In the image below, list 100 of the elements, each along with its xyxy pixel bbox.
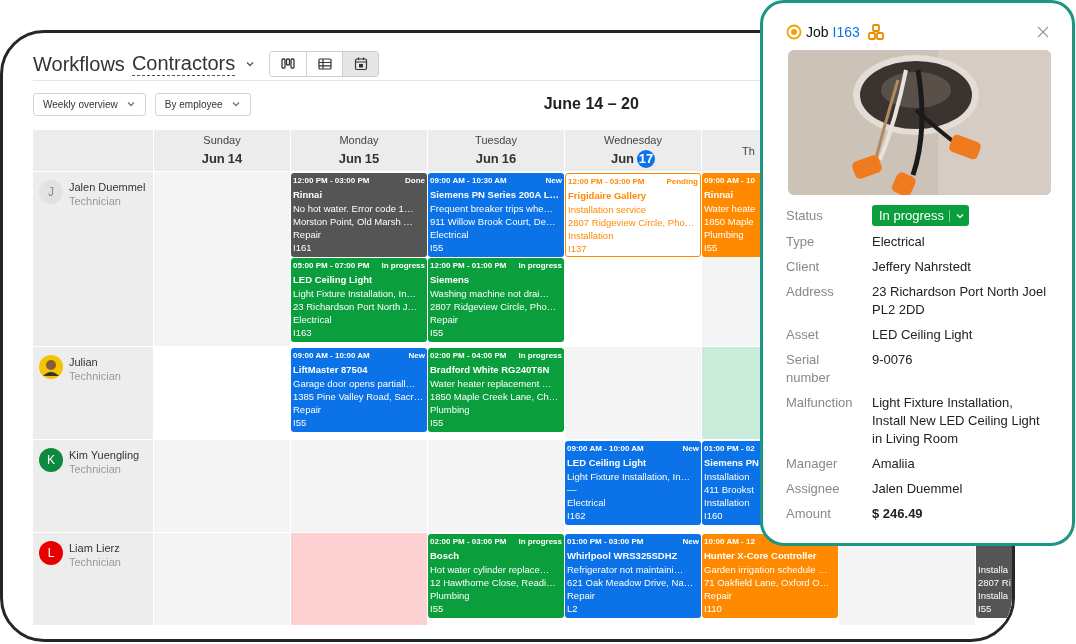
page-title: Workflows — [33, 51, 125, 77]
employee-role: Technician — [69, 369, 121, 383]
job-title: Siemens PN Series 200A L… — [430, 188, 559, 202]
job-detail: I55 — [430, 326, 444, 339]
job-detail: I161 — [293, 241, 312, 254]
job-detail: Installa — [978, 563, 1009, 576]
job-detail: Electrical — [293, 313, 332, 326]
job-title: Hunter X-Core Controller — [704, 549, 817, 563]
job-time: 05:00 PM - 07:00 PM — [293, 261, 370, 271]
day-number: 16 — [501, 149, 517, 168]
job-detail: Installation — [704, 470, 750, 483]
job-detail: 23 Richardson Port North J… — [293, 300, 418, 313]
job-title: LED Ceiling Light — [567, 456, 647, 470]
field-value: Light Fixture Installation, Install New LED Ceiling Light in Living Room — [872, 394, 1041, 448]
field-label: Client — [786, 258, 821, 276]
field-value: 23 Richardson Port North Joel PL2 2DD — [872, 283, 1048, 319]
day-number: 15 — [364, 149, 380, 168]
job-detail: I162 — [567, 509, 586, 522]
avatar: K — [39, 448, 63, 472]
employee-role: Technician — [69, 555, 121, 569]
job-detail: Repair — [704, 589, 732, 602]
job-detail: I137 — [568, 242, 587, 255]
job-time: 09:00 AM - 10:00 AM — [293, 351, 370, 361]
job-time: 09:00 AM - 10:00 AM — [567, 444, 644, 454]
job-detail: 2807 Ridgeview Circle, Pho… — [430, 300, 557, 313]
job-time: 01:00 PM - 02 — [704, 444, 755, 454]
job-detail: Plumbing — [430, 403, 470, 416]
employee-name: Liam Lierz — [69, 541, 121, 555]
job-detail: I55 — [978, 602, 992, 615]
job-time: 01:00 PM - 03:00 PM — [567, 537, 644, 547]
job-title: Rinnai — [704, 188, 734, 202]
job-detail: I160 — [704, 509, 723, 522]
job-detail: 71 Oakfield Lane, Oxford O… — [704, 576, 830, 589]
job-time: 12:00 PM - 03:00 PM — [293, 176, 370, 186]
job-detail: 2807 Ri — [978, 576, 1011, 589]
job-title: Siemens PN — [704, 456, 759, 470]
employee-name: Kim Yuengling — [69, 448, 140, 462]
job-detail: Installa — [978, 589, 1009, 602]
job-title: Rinnai — [293, 188, 323, 202]
job-detail: 1385 Pine Valley Road, Sacr… — [293, 390, 424, 403]
job-status: In progress — [518, 261, 562, 271]
job-detail: Light Fixture Installation, In… — [567, 470, 691, 483]
job-status: New — [682, 444, 699, 454]
job-detail: Plumbing — [430, 589, 470, 602]
job-detail: I55 — [430, 241, 444, 254]
field-label: Status — [786, 206, 824, 225]
job-detail: 621 Oak Meadow Drive, Na… — [567, 576, 694, 589]
job-detail: Garage door opens partiall… — [293, 377, 415, 390]
day-number: 14 — [227, 149, 243, 168]
job-detail: Repair — [293, 403, 321, 416]
field-label: Assignee — [786, 480, 841, 498]
field-label: Malfunction — [786, 394, 854, 412]
job-title: LED Ceiling Light — [293, 273, 373, 287]
job-detail: Frequent breaker trips whe… — [430, 202, 554, 215]
job-time: 02:00 PM - 03:00 PM — [430, 537, 507, 547]
job-detail: Installation — [568, 229, 614, 242]
job-time: 09:00 AM - 10:30 AM — [430, 176, 507, 186]
field-label: Address — [786, 283, 835, 301]
job-detail: Repair — [293, 228, 321, 241]
job-status: Pending — [666, 177, 698, 187]
job-detail: Hot water cylinder replace… — [430, 563, 550, 576]
job-detail: Installation — [704, 496, 750, 509]
job-time: 02:00 PM - 04:00 PM — [430, 351, 507, 361]
job-title: Whirlpool WRS325SDHZ — [567, 549, 678, 563]
job-detail: I55 — [704, 241, 718, 254]
job-detail: Electrical — [567, 496, 606, 509]
job-detail: I110 — [704, 602, 722, 615]
employee-role: Technician — [69, 462, 122, 476]
field-label: Asset — [786, 326, 820, 344]
job-detail: Repair — [567, 589, 595, 602]
job-detail: Plumbing — [704, 228, 744, 241]
field-value: $ 246.49 — [872, 505, 924, 523]
job-detail: 2807 Ridgeview Circle, Pho… — [568, 216, 695, 229]
job-detail: 12 Hawthorne Close, Readi… — [430, 576, 556, 589]
field-value: Jeffery Nahrstedt — [872, 258, 972, 276]
job-detail: — — [567, 483, 577, 496]
job-detail: Water heater replacement … — [430, 377, 552, 390]
job-status: New — [545, 176, 562, 186]
job-detail: Garden irrigation schedule … — [704, 563, 828, 576]
job-label: Job — [806, 22, 829, 42]
job-title: Bosch — [430, 549, 460, 563]
job-detail: 1850 Maple Creek Lane, Ch… — [430, 390, 559, 403]
field-value: LED Ceiling Light — [872, 326, 974, 344]
job-detail: Light Fixture Installation, In… — [293, 287, 417, 300]
job-detail: No hot water. Error code 1… — [293, 202, 414, 215]
job-detail: I55 — [293, 416, 307, 429]
job-title: LiftMaster 87504 — [293, 363, 368, 377]
today-badge: 17 — [637, 149, 656, 168]
field-label: Type — [786, 233, 816, 251]
job-detail: Electrical — [430, 228, 469, 241]
job-detail: Refrigerator not maintaini… — [567, 563, 684, 576]
job-detail: I55 — [430, 416, 444, 429]
weekday-label: Wednesday — [604, 132, 662, 147]
job-title: Bradford White RG240T6N — [430, 363, 550, 377]
job-title: Siemens — [430, 273, 470, 287]
job-detail: 1850 Maple — [704, 215, 754, 228]
job-detail: 911 Willow Brook Court, De… — [430, 215, 556, 228]
job-detail: Repair — [430, 313, 458, 326]
job-detail: Water heate — [704, 202, 756, 215]
weekday-label: Tuesday — [475, 132, 517, 147]
